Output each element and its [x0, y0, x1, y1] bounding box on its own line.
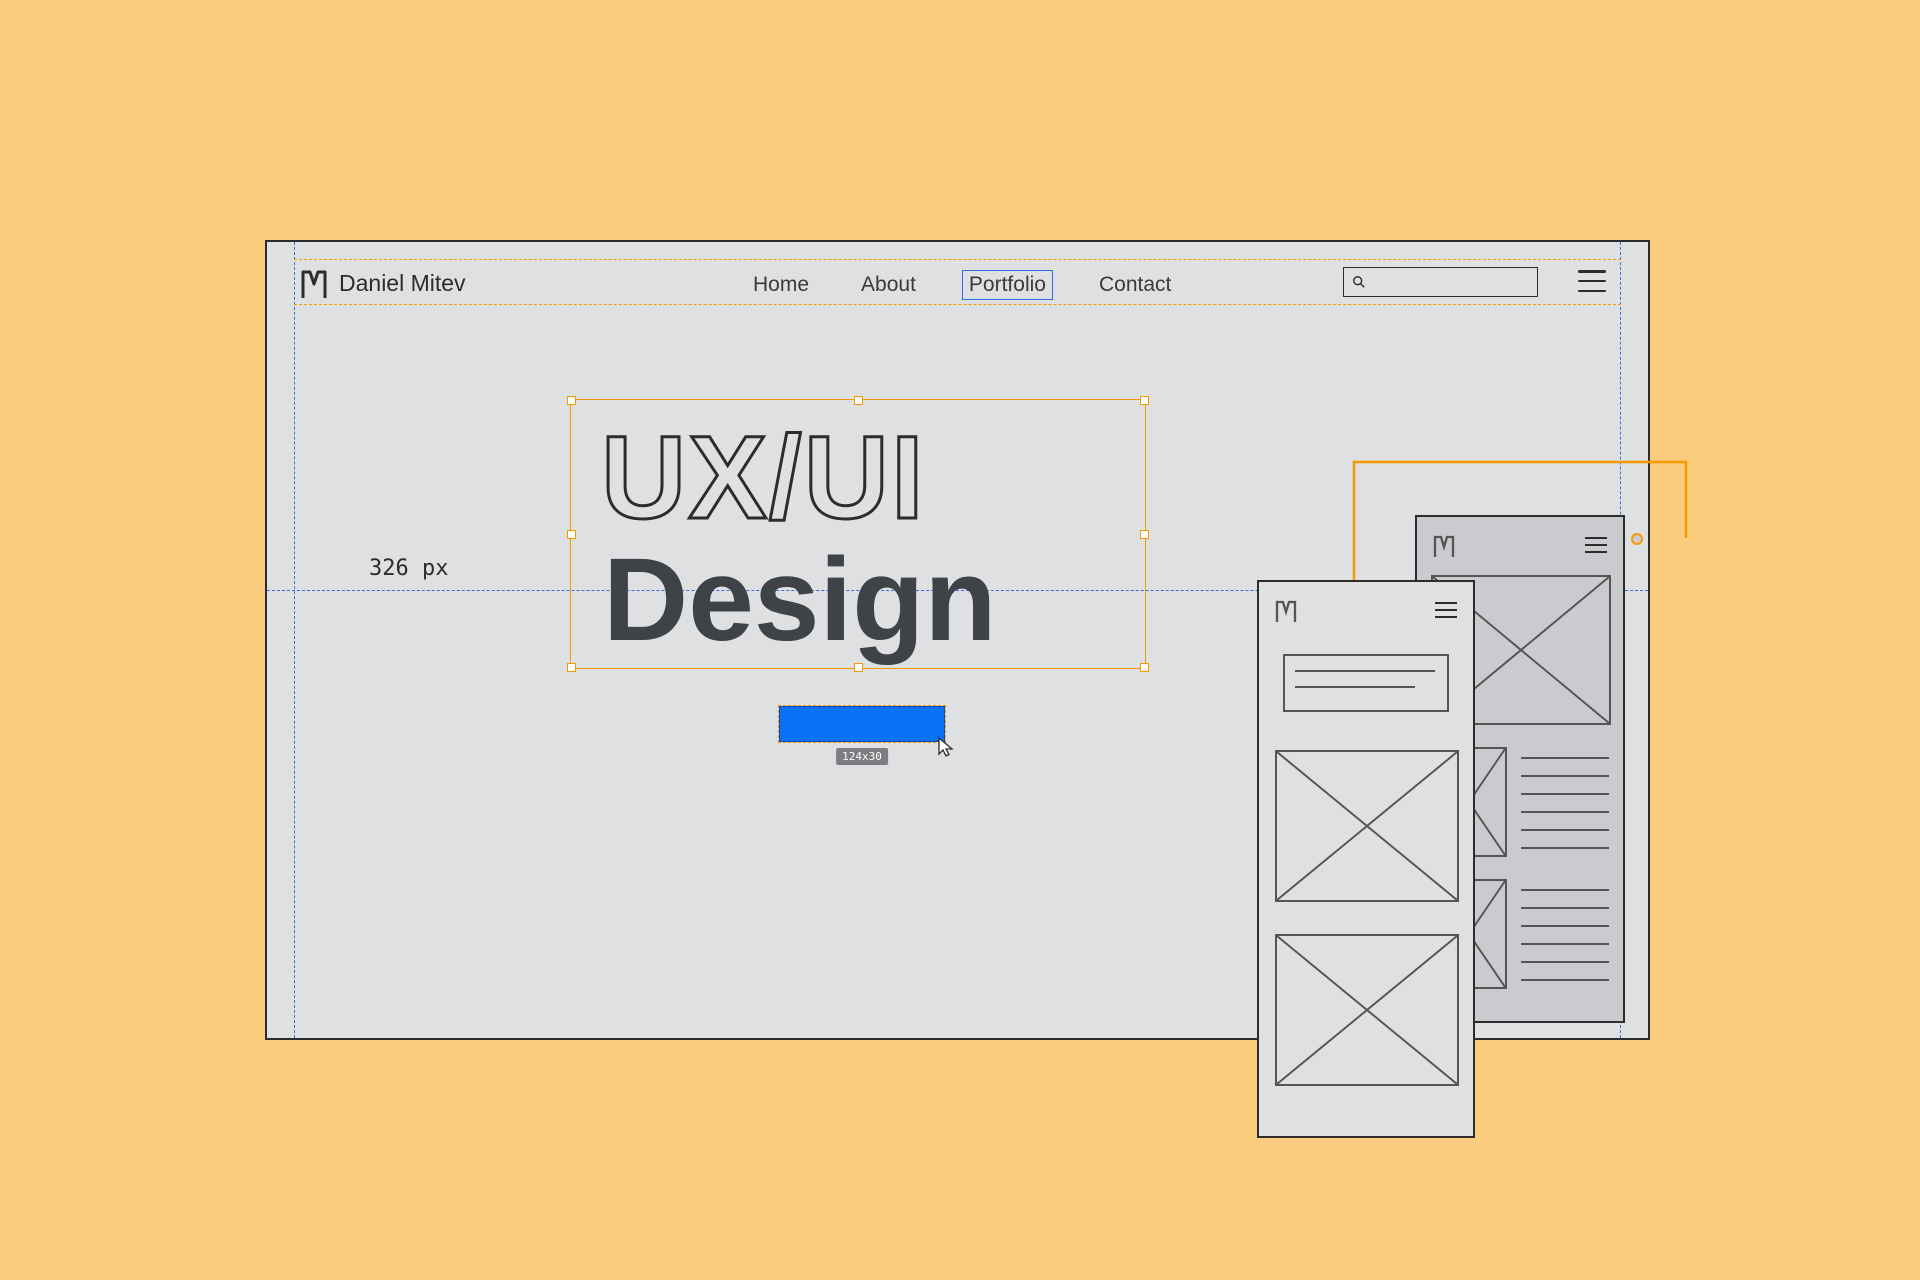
nav-about[interactable]: About — [855, 271, 922, 299]
flow-connection-dot — [1631, 533, 1643, 545]
mock-menu-icon — [1585, 537, 1607, 553]
wireframe-image-placeholder — [1275, 934, 1459, 1086]
nav-home[interactable]: Home — [747, 271, 815, 299]
nav-contact[interactable]: Contact — [1093, 271, 1177, 299]
wireframe-textline — [1521, 775, 1609, 777]
wireframe-textline — [1521, 889, 1609, 891]
wireframe-textline — [1521, 907, 1609, 909]
menu-icon[interactable] — [1578, 270, 1606, 292]
main-nav: Home About Portfolio Contact — [747, 270, 1177, 300]
nav-guide-bottom — [294, 304, 1621, 305]
hero-title-line1: UX/UI — [601, 410, 926, 546]
cta-button-wrapper: 124x30 — [779, 706, 945, 742]
wireframe-textline — [1521, 847, 1609, 849]
nav-portfolio[interactable]: Portfolio — [962, 270, 1053, 300]
mock-logo-icon — [1433, 533, 1455, 559]
wireframe-textline — [1521, 757, 1609, 759]
brand-logo-icon — [300, 266, 328, 300]
mock-logo-icon — [1275, 598, 1297, 624]
wireframe-textline — [1295, 686, 1415, 688]
wireframe-textline — [1521, 979, 1609, 981]
wireframe-textline — [1295, 670, 1435, 672]
cursor-icon — [937, 736, 955, 758]
cta-selection-guide — [778, 705, 946, 743]
search-icon — [1352, 275, 1366, 289]
nav-guide-top — [294, 259, 1621, 260]
wireframe-textline — [1521, 793, 1609, 795]
wireframe-textline — [1521, 829, 1609, 831]
mobile-wireframe-front — [1257, 580, 1475, 1138]
wireframe-textline — [1521, 961, 1609, 963]
wireframe-textline — [1521, 943, 1609, 945]
brand-name: Daniel Mitev — [339, 270, 466, 297]
search-input[interactable] — [1343, 267, 1538, 297]
vertical-guide-left — [294, 242, 295, 1038]
wireframe-text-card — [1283, 654, 1449, 712]
cta-size-badge: 124x30 — [836, 748, 888, 765]
mock-menu-icon — [1435, 602, 1457, 618]
wireframe-image-placeholder — [1275, 750, 1459, 902]
wireframe-textline — [1521, 925, 1609, 927]
hero-title-line2: Design — [603, 532, 996, 668]
wireframe-textline — [1521, 811, 1609, 813]
measurement-label: 326 px — [369, 556, 448, 581]
